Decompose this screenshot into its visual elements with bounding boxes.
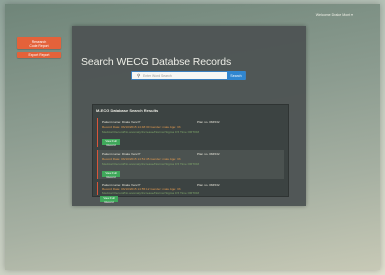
search-button[interactable]: Search xyxy=(227,71,245,80)
result-row: Patient name: Drake Venci? Plan no. 0845… xyxy=(97,150,284,179)
patient-name: Patient name: Drake Venci? xyxy=(102,120,141,124)
report-number: Plan no. 084532 xyxy=(197,183,220,187)
view-full-record-button[interactable]: View Full Record xyxy=(102,171,120,179)
research-report-button[interactable]: Research Code Report xyxy=(17,37,61,49)
result-row: Patient name: Drake Venci? Plan no. 0845… xyxy=(97,182,284,195)
record-details: Record Date: 03/10/2015 14:48:30 Gender:… xyxy=(102,125,181,129)
results-header: M-ECG Database Search Results xyxy=(96,108,159,113)
app-window: Welcome Drake Mont ▾ Research Code Repor… xyxy=(5,4,380,270)
report-number: Plan no. 084532 xyxy=(197,120,220,124)
user-menu[interactable]: Welcome Drake Mont ▾ xyxy=(316,13,353,17)
record-summary: Medical Record/No anomaly/Increase/Norma… xyxy=(102,162,200,166)
report-number: Plan no. 084532 xyxy=(197,152,220,156)
export-report-button[interactable]: Export Report xyxy=(17,52,61,58)
result-row: Patient name: Drake Venci? Plan no. 0845… xyxy=(97,118,284,147)
record-details: Record Date: 03/10/2015 14:51:45 Gender:… xyxy=(102,157,181,161)
view-full-record-button[interactable]: View Full Record xyxy=(102,139,120,147)
page-title: Search WECG Databse Records xyxy=(81,56,232,68)
results-card: M-ECG Database Search Results Patient na… xyxy=(92,104,289,197)
patient-name: Patient name: Drake Venci? xyxy=(102,152,141,156)
search-placeholder: Enter Word Search xyxy=(143,74,172,79)
view-full-record-button[interactable]: View Full Record xyxy=(100,196,118,204)
record-summary: Medical Record/No anomaly/Increase/Norma… xyxy=(102,130,200,134)
search-icon: ⚲ xyxy=(137,73,141,78)
record-summary: Medical Record/No anomaly/Increase/Norma… xyxy=(102,191,200,195)
